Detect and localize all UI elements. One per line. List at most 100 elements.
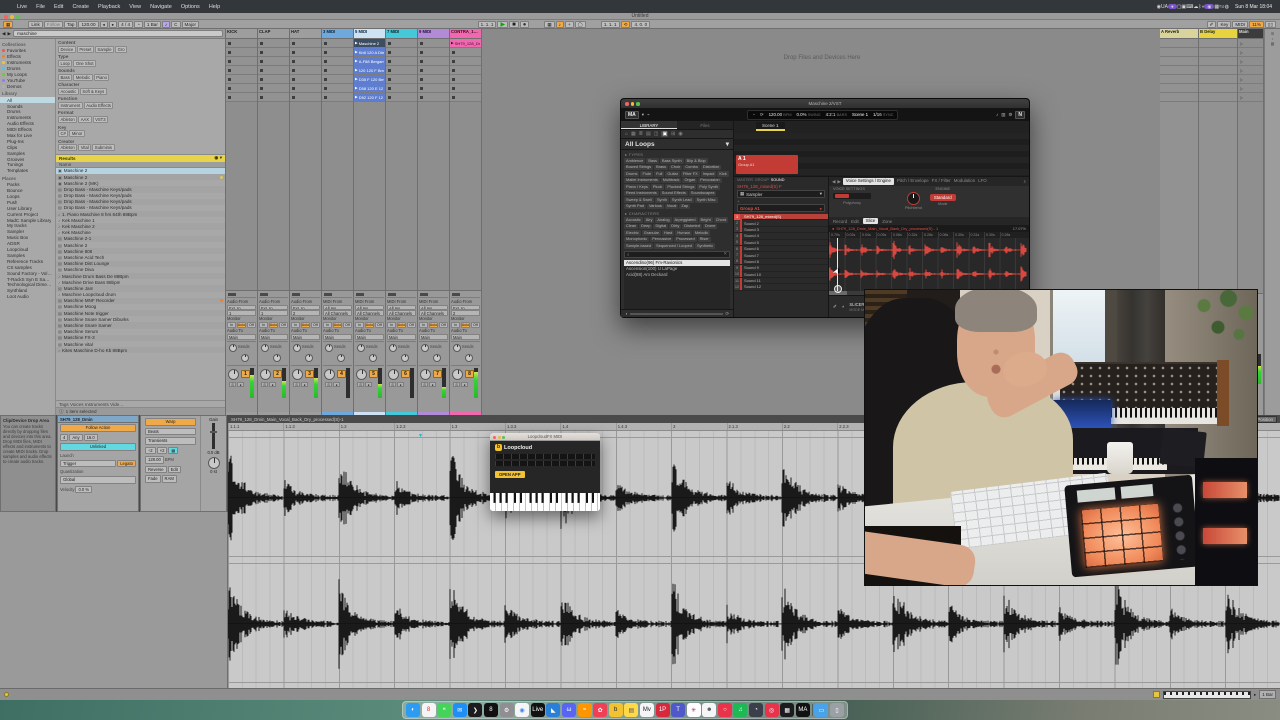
clip-stop-strip[interactable]: [419, 292, 448, 298]
send-a-knob[interactable]: [357, 344, 365, 352]
filter-chip[interactable]: Device: [58, 46, 76, 53]
filter-chip[interactable]: Bass: [58, 74, 72, 81]
filter-chip[interactable]: Preset: [77, 46, 94, 53]
type-tag[interactable]: Combo: [683, 165, 700, 171]
chevron-down-icon[interactable]: ▾: [642, 112, 644, 118]
menubar-item[interactable]: File: [36, 4, 45, 10]
clip-slot[interactable]: ▶: [450, 48, 481, 57]
clip-slot[interactable]: ▶ D58 120 E 12: [354, 84, 385, 93]
monitor-off-button[interactable]: Off: [471, 322, 480, 328]
filter-chip[interactable]: Ableton: [58, 116, 77, 123]
sample-edit-tab[interactable]: Edit: [851, 219, 859, 224]
menubar-clock[interactable]: Sun 8 Mar 18:04: [1235, 4, 1272, 10]
types-section-label[interactable]: ▸ TYPES: [621, 150, 733, 158]
dock-mail-icon[interactable]: ✉: [453, 703, 467, 717]
track-header[interactable]: 7 MIDI: [386, 29, 417, 39]
clip-play-icon[interactable]: ▶: [355, 95, 358, 99]
sidebar-item[interactable]: Sound Factory - Voltage Vol.2: [0, 270, 55, 276]
dock-calculator-icon[interactable]: =: [578, 703, 592, 717]
engine-selector[interactable]: ▦Sampler▾: [737, 190, 825, 198]
dock-calc2-icon[interactable]: ▦: [780, 703, 794, 717]
gain-slider[interactable]: [212, 423, 215, 449]
loopcloud-keyboard[interactable]: [490, 493, 600, 511]
sample-edit-tab[interactable]: Slice: [863, 218, 879, 224]
browser-filter-icon[interactable]: ◉: [678, 131, 682, 137]
clip-play-icon[interactable]: ▶: [355, 86, 358, 90]
clip-stop-strip[interactable]: [355, 292, 384, 298]
dock-slack-icon[interactable]: ✳: [687, 703, 701, 717]
clip-slot[interactable]: ▶: [258, 66, 289, 75]
pan-knob[interactable]: [356, 369, 367, 380]
character-tag[interactable]: Digital: [653, 224, 668, 230]
parameter-page-tab[interactable]: Voice Settings / Engine: [843, 178, 894, 185]
output-menu[interactable]: Main: [259, 334, 288, 340]
track-header[interactable]: HAT: [290, 29, 321, 39]
clip-slot[interactable]: ▶: [322, 39, 353, 48]
browser-filter-icon[interactable]: ≣: [639, 131, 643, 137]
character-tag[interactable]: Percussive: [650, 237, 673, 243]
type-tag[interactable]: Piano / Keys: [624, 184, 650, 190]
push-indicator[interactable]: ▦: [3, 21, 13, 28]
filter-chip[interactable]: Gro: [115, 46, 127, 53]
clip-slot[interactable]: ▶ D52 120 F 12: [354, 93, 385, 102]
dock-chrome-icon[interactable]: ◉: [515, 703, 529, 717]
quantize-indicator[interactable]: 1 Bar: [1259, 690, 1276, 699]
pan-knob[interactable]: [420, 369, 431, 380]
solo-button[interactable]: S: [261, 382, 268, 387]
clip-slot[interactable]: ▶: [290, 57, 321, 66]
tempo-follower-button[interactable]: Follow: [44, 21, 63, 28]
character-tag[interactable]: Clean: [624, 224, 638, 230]
sidebar-item[interactable]: Loot Audio: [0, 294, 55, 300]
character-tag[interactable]: Chord: [714, 217, 729, 223]
arm-button[interactable]: ●: [301, 382, 308, 387]
character-tag[interactable]: Hard: [662, 230, 674, 236]
follow-action-menu[interactable]: Any: [69, 434, 82, 442]
double-bpm-button[interactable]: ×2: [157, 447, 168, 455]
zoom-button[interactable]: [502, 436, 505, 439]
note-icon[interactable]: ♪: [996, 112, 998, 117]
type-tag[interactable]: Bowed Strings: [624, 165, 653, 171]
nudge-down-button[interactable]: ◂: [100, 21, 108, 28]
arm-button[interactable]: ●: [269, 382, 276, 387]
character-tag[interactable]: Analog: [655, 217, 671, 223]
sidebar-item[interactable]: T-RackS Syn E Samples: [0, 276, 55, 282]
dock-1password-icon[interactable]: 1P: [656, 703, 670, 717]
dock-live-icon[interactable]: Live: [531, 703, 545, 717]
output-menu[interactable]: Main: [355, 334, 384, 340]
session-record-button[interactable]: ♪: [556, 21, 564, 28]
pitchbend-knob[interactable]: [907, 192, 920, 205]
clip-slot[interactable]: ▶: [226, 66, 257, 75]
type-tag[interactable]: Mallet Instruments: [624, 178, 660, 184]
clip-slot[interactable]: ▶ A-F88 Bergamo: [354, 57, 385, 66]
overdub-button[interactable]: ▦: [544, 21, 554, 28]
send-a-knob[interactable]: [293, 344, 301, 352]
monitor-off-button[interactable]: Off: [247, 322, 256, 328]
arm-button[interactable]: ●: [429, 382, 436, 387]
character-tag[interactable]: Dirty: [669, 224, 681, 230]
character-tag[interactable]: Airy: [644, 217, 655, 223]
filter-group[interactable]: Character AcousticSoft & Keys: [58, 82, 223, 95]
midi-map-button[interactable]: MIDI: [1232, 21, 1248, 28]
filter-group[interactable]: Content DevicePresetSampleGro: [58, 40, 223, 53]
monitor-in-button[interactable]: In: [451, 322, 460, 328]
type-tag[interactable]: Drums: [624, 171, 639, 177]
type-tag[interactable]: Bass Synth: [660, 158, 684, 164]
filter-chip[interactable]: VST3: [93, 116, 108, 123]
sample-play-icon[interactable]: ●: [832, 226, 834, 231]
clip-slot[interactable]: ▶: [290, 66, 321, 75]
track-activator[interactable]: 6: [401, 370, 410, 378]
clip-stop-strip[interactable]: [387, 292, 416, 298]
track-activator[interactable]: 1: [241, 370, 250, 378]
clip-play-icon[interactable]: ▶: [355, 68, 358, 72]
browser-filter-icon[interactable]: ▤: [646, 131, 651, 137]
track-header[interactable]: 3 MIDI: [322, 29, 353, 39]
track-activator[interactable]: 5: [369, 370, 378, 378]
clip-play-icon[interactable]: ▶: [355, 59, 358, 63]
clip-slot[interactable]: ▶: [290, 48, 321, 57]
clip-slot[interactable]: ▶: [290, 93, 321, 102]
character-tag[interactable]: Distorted: [682, 224, 702, 230]
clip-slot[interactable]: ▶ D35 F 120 Bm: [354, 75, 385, 84]
type-tag[interactable]: Flute: [640, 171, 653, 177]
page-prev-button[interactable]: ◀: [832, 179, 835, 185]
arm-button[interactable]: ●: [365, 382, 372, 387]
